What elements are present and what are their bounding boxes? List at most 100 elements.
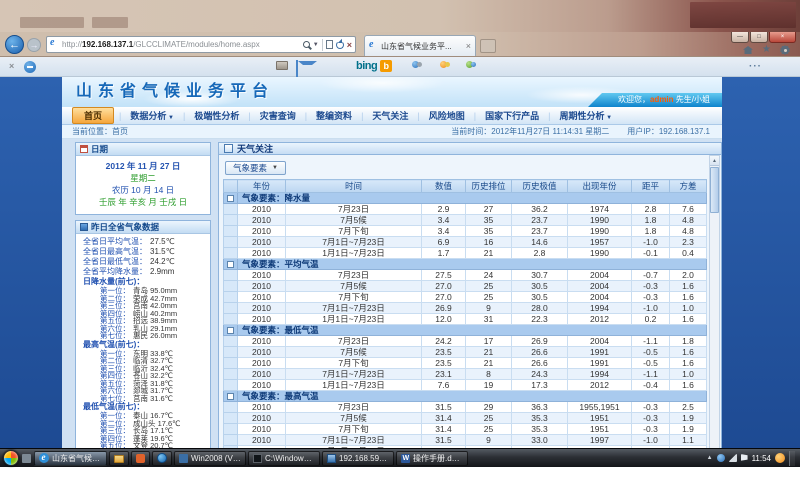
background-window-fragment bbox=[20, 17, 84, 28]
row-strip-cell bbox=[224, 281, 238, 292]
nav-item-6[interactable]: 天气关注 bbox=[363, 109, 417, 122]
community-addon-icon[interactable] bbox=[466, 61, 476, 68]
minimize-button[interactable]: — bbox=[731, 32, 749, 43]
tab-close-icon[interactable]: × bbox=[466, 42, 471, 50]
taskbar-window-wmp[interactable] bbox=[152, 451, 172, 466]
rank-row: 第七位：惠民 26.0mm bbox=[78, 332, 208, 340]
table-cell: 1994 bbox=[568, 303, 632, 314]
ie-page-icon bbox=[50, 40, 59, 49]
table-row: 20107月1日~7月23日31.5933.01997-1.01.1 bbox=[224, 435, 707, 446]
scroll-up-button[interactable]: ▲ bbox=[710, 156, 719, 166]
table-cell: 2004 bbox=[568, 336, 632, 347]
nav-item-8[interactable]: 国家下行产品 bbox=[476, 109, 548, 122]
element-selector-button[interactable]: 气象要素 ▼ bbox=[225, 161, 286, 175]
breadcrumb: 当前位置：首页 bbox=[72, 126, 128, 137]
scroll-thumb[interactable] bbox=[710, 167, 719, 213]
nav-item-1[interactable]: 首页 bbox=[72, 107, 114, 124]
table-cell: 27 bbox=[466, 204, 512, 215]
expand-checkbox[interactable] bbox=[227, 195, 234, 202]
taskbar-window-word[interactable]: 操作手册.docx ... bbox=[396, 451, 468, 466]
vertical-scrollbar[interactable]: ▲ ▼ bbox=[709, 155, 720, 466]
expand-checkbox[interactable] bbox=[227, 261, 234, 268]
calendar-icon bbox=[80, 145, 88, 153]
nav-item-2[interactable]: 数据分析 ▼ bbox=[121, 109, 183, 122]
new-tab-button[interactable] bbox=[480, 39, 496, 53]
expand-checkbox[interactable] bbox=[227, 393, 234, 400]
more-icon[interactable]: ··· bbox=[749, 61, 762, 72]
webpage-background: 山东省气候业务平台 欢迎您，admin 先生/小姐 首页|数据分析 ▼|极端性分… bbox=[0, 77, 800, 467]
search-icon[interactable] bbox=[303, 41, 310, 48]
taskbar-window-ie[interactable]: 山东省气候业... bbox=[34, 451, 107, 466]
current-time: 当前时间：2012年11月27日 11:14:31 星期二 bbox=[451, 126, 609, 137]
expand-checkbox[interactable] bbox=[227, 327, 234, 334]
table-cell: 2.0 bbox=[670, 270, 707, 281]
table-cell: 4.8 bbox=[670, 226, 707, 237]
tools-gear-icon[interactable] bbox=[780, 45, 790, 55]
bing-logo[interactable]: bing b bbox=[356, 60, 392, 72]
home-icon[interactable] bbox=[743, 46, 753, 54]
user-ip: 用户IP：192.168.137.1 bbox=[627, 126, 710, 137]
taskbar-window-remote[interactable]: 192.168.59.99... bbox=[322, 451, 394, 466]
table-cell: 25 bbox=[466, 413, 512, 424]
nav-item-4[interactable]: 灾害查询 bbox=[251, 109, 305, 122]
compatibility-view-icon[interactable] bbox=[326, 40, 333, 49]
table-cell: 1951 bbox=[568, 424, 632, 435]
table-cell: 7月1日~7月23日 bbox=[286, 435, 422, 446]
table-header-cell: 出现年份 bbox=[568, 180, 632, 193]
blocker-icon[interactable] bbox=[24, 61, 36, 73]
table-cell: 30.5 bbox=[512, 281, 568, 292]
row-strip-cell bbox=[224, 380, 238, 391]
back-button[interactable]: ← bbox=[5, 35, 24, 54]
taskbar-window-cmd[interactable]: C:\Windows\s... bbox=[248, 451, 320, 466]
maximize-button[interactable]: □ bbox=[750, 32, 768, 43]
row-strip-cell bbox=[224, 314, 238, 325]
taskbar-clock[interactable]: 11:54 bbox=[752, 454, 771, 463]
show-desktop-button[interactable] bbox=[789, 451, 795, 466]
refresh-icon[interactable] bbox=[336, 41, 344, 49]
group-expand-cell bbox=[224, 325, 238, 336]
browser-tab[interactable]: 山东省气候业务平... × bbox=[364, 35, 476, 56]
search-dropdown-caret-icon[interactable]: ▼ bbox=[313, 42, 319, 48]
table-cell: 7月5候 bbox=[286, 281, 422, 292]
tray-app-icon[interactable] bbox=[717, 454, 725, 462]
taskbar-window-orange[interactable] bbox=[131, 451, 150, 466]
table-group-row: 气象要素：降水量 bbox=[224, 193, 707, 204]
table-cell: 23.5 bbox=[422, 358, 466, 369]
favorites-star-icon[interactable]: ★ bbox=[762, 45, 771, 55]
media-addon-icon[interactable] bbox=[412, 61, 422, 68]
table-cell: 31.4 bbox=[422, 424, 466, 435]
close-button[interactable]: × bbox=[769, 32, 796, 43]
hidden-icons-arrow[interactable]: ▲ bbox=[707, 455, 713, 461]
nav-item-3[interactable]: 极端性分析 bbox=[185, 109, 248, 122]
toolbar-close-icon[interactable]: × bbox=[9, 61, 14, 71]
table-cell: -0.5 bbox=[632, 358, 670, 369]
table-cell: 36.2 bbox=[512, 204, 568, 215]
table-row: 20107月5候27.02530.52004-0.31.6 bbox=[224, 281, 707, 292]
main-panel-title: 天气关注 bbox=[237, 142, 273, 155]
nav-item-7[interactable]: 风险地图 bbox=[420, 109, 474, 122]
calendar-line: 农历 10 月 14 日 bbox=[79, 184, 207, 196]
action-center-flag-icon[interactable] bbox=[741, 454, 748, 462]
taskbar-window-blue[interactable]: Win2008 (VS2... bbox=[174, 451, 246, 466]
table-cell: 1月1日~7月23日 bbox=[286, 380, 422, 391]
network-icon[interactable] bbox=[729, 454, 737, 462]
wallet-icon[interactable] bbox=[276, 61, 288, 70]
forward-button[interactable]: → bbox=[27, 38, 41, 52]
table-row: 20107月下旬27.02530.52004-0.31.6 bbox=[224, 292, 707, 303]
desktop-background bbox=[0, 0, 800, 32]
nav-item-5[interactable]: 整编资料 bbox=[307, 109, 361, 122]
effects-addon-icon[interactable] bbox=[440, 61, 450, 68]
start-button[interactable] bbox=[3, 450, 19, 466]
table-cell: -1.0 bbox=[632, 303, 670, 314]
address-bar[interactable]: http://192.168.137.1/GLCCLIMATE/modules/… bbox=[46, 36, 356, 53]
quick-launch-icon[interactable] bbox=[22, 454, 31, 463]
blue-icon bbox=[179, 454, 188, 463]
nav-item-9[interactable]: 周期性分析 ▼ bbox=[550, 109, 621, 122]
tray-orange-icon[interactable] bbox=[775, 453, 785, 463]
table-cell: 16 bbox=[466, 237, 512, 248]
table-cell: 2012 bbox=[568, 314, 632, 325]
taskbar-window-folder[interactable] bbox=[109, 451, 129, 466]
stop-icon[interactable]: × bbox=[347, 41, 352, 49]
table-cell: 1997 bbox=[568, 435, 632, 446]
taskbar-window-label: Win2008 (VS2... bbox=[191, 454, 241, 463]
